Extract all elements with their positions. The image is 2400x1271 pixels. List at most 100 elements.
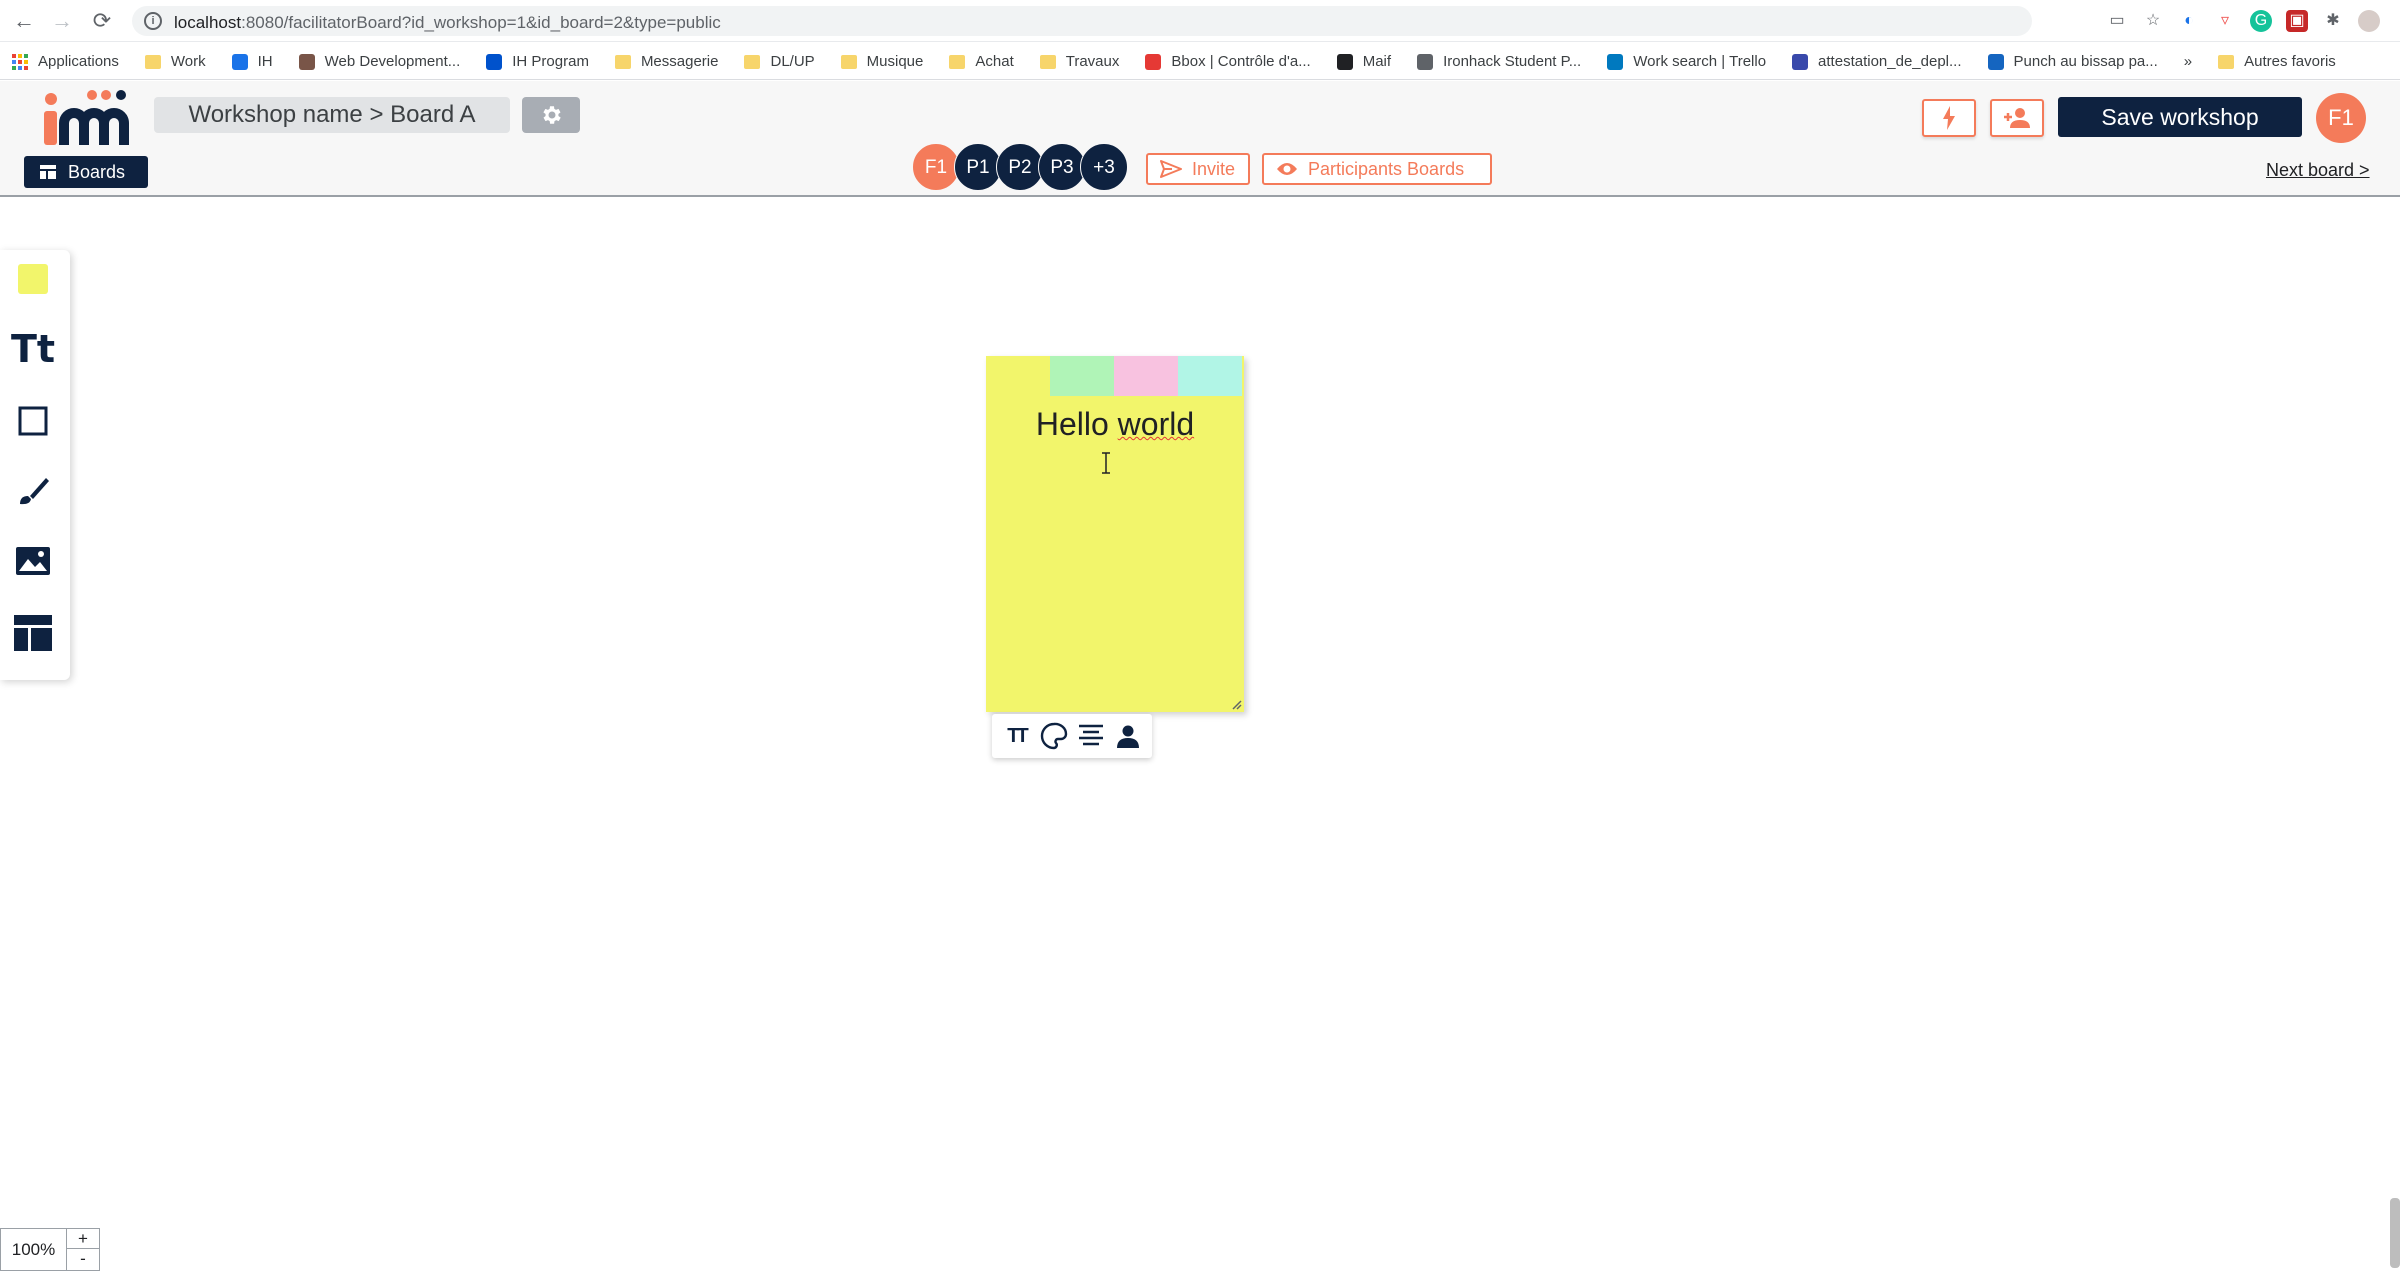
shape-tool[interactable] <box>10 398 56 444</box>
add-participant-button[interactable] <box>1990 99 2044 137</box>
boards-button[interactable]: Boards <box>24 156 148 188</box>
puzzle-icon[interactable]: ✱ <box>2322 10 2344 32</box>
grammarly-icon[interactable]: G <box>2250 10 2272 32</box>
sticky-note[interactable]: Hello world <box>986 356 1244 712</box>
back-arrow-icon[interactable]: ← <box>10 7 38 35</box>
folder-icon <box>840 54 857 69</box>
participants-boards-button[interactable]: Participants Boards <box>1262 153 1492 185</box>
bookmark-item[interactable]: Work <box>144 53 206 70</box>
other-bookmarks[interactable]: Autres favoris <box>2218 53 2336 70</box>
bookmark-item[interactable]: Bbox | Contrôle d'a... <box>1145 53 1311 70</box>
bookmark-item[interactable]: Work search | Trello <box>1607 53 1766 70</box>
bookmark-label: Ironhack Student P... <box>1443 53 1582 70</box>
settings-button[interactable] <box>522 97 580 133</box>
tools-toolbar: Tt <box>0 250 70 680</box>
bookmark-item[interactable]: Maif <box>1336 53 1391 70</box>
star-icon[interactable]: ☆ <box>2142 10 2164 32</box>
draw-tool[interactable] <box>10 468 56 514</box>
folder-icon <box>949 54 966 69</box>
sticky-note-tool[interactable] <box>10 256 56 302</box>
color-swatch-2[interactable] <box>1114 356 1178 396</box>
breadcrumb[interactable]: Workshop name > Board A <box>154 97 510 133</box>
add-user-icon <box>2004 108 2030 128</box>
zoom-in-button[interactable]: + <box>67 1229 99 1249</box>
favicon-icon <box>1336 53 1353 70</box>
sticky-note-text[interactable]: Hello world <box>986 406 1244 443</box>
bookmark-item[interactable]: IH <box>231 53 273 70</box>
user-avatar[interactable]: F1 <box>2316 93 2366 143</box>
bookmark-item[interactable]: Ironhack Student P... <box>1417 53 1581 70</box>
invite-button[interactable]: Invite <box>1146 153 1250 185</box>
bookmarks-overflow-button[interactable]: » <box>2184 53 2192 70</box>
bookmark-label: Applications <box>38 53 119 70</box>
bookmark-item[interactable]: DL/UP <box>744 53 815 70</box>
bookmark-label: IH <box>257 53 273 70</box>
bookmark-item[interactable]: Web Development... <box>298 53 460 70</box>
bookmark-label: IH Program <box>512 53 589 70</box>
bookmark-item[interactable]: Achat <box>949 53 1014 70</box>
extension-2-icon[interactable]: ▣ <box>2286 10 2308 32</box>
assign-user-button[interactable] <box>1113 721 1143 751</box>
save-workshop-button[interactable]: Save workshop <box>2058 97 2302 137</box>
color-swatch-1[interactable] <box>1050 356 1114 396</box>
forward-arrow-icon[interactable]: → <box>48 7 76 35</box>
bookmark-item[interactable]: IH Program <box>486 53 589 70</box>
favicon-icon <box>298 53 315 70</box>
text-tool[interactable]: Tt <box>10 326 56 372</box>
participants-boards-label: Participants Boards <box>1308 159 1465 179</box>
favicon-icon <box>1607 53 1624 70</box>
favicon-icon <box>1792 53 1809 70</box>
bookmark-item[interactable]: Travaux <box>1039 53 1120 70</box>
font-size-button[interactable]: TT <box>1002 721 1032 751</box>
cast-icon[interactable]: ▭ <box>2106 10 2128 32</box>
address-bar[interactable]: i localhost:8080/facilitatorBoard?id_wor… <box>132 6 2032 36</box>
extension-1-icon[interactable]: ◐ <box>2178 10 2200 32</box>
image-tool[interactable] <box>10 538 56 584</box>
bookmark-item[interactable]: attestation_de_depl... <box>1792 53 1962 70</box>
site-info-icon[interactable]: i <box>144 12 162 30</box>
align-button[interactable] <box>1076 721 1106 751</box>
bookmark-item[interactable]: Applications <box>12 53 119 70</box>
apps-grid-icon <box>12 53 28 70</box>
app-header: Workshop name > Board A Boards F1 P1 P2 … <box>0 81 2400 197</box>
reload-icon[interactable]: ⟳ <box>88 7 116 35</box>
boards-grid-icon <box>40 165 56 179</box>
note-format-toolbar: TT <box>992 714 1152 758</box>
scrollbar-thumb[interactable] <box>2390 1198 2400 1268</box>
next-board-link[interactable]: Next board > <box>2266 160 2370 181</box>
bookmark-label: Bbox | Contrôle d'a... <box>1171 53 1311 70</box>
sticky-note-icon <box>18 264 48 294</box>
bookmark-label: Messagerie <box>640 53 719 70</box>
zoom-out-button[interactable]: - <box>67 1249 99 1269</box>
bookmark-label: Work <box>170 53 206 70</box>
participant-avatar-more[interactable]: +3 <box>1080 143 1128 191</box>
bookmarks-bar: Applications Work IH Web Development... IH P… <box>0 44 2400 80</box>
participant-avatar-p1[interactable]: P1 <box>954 143 1002 191</box>
text-cursor-icon <box>1102 452 1110 474</box>
favicon-icon <box>486 53 503 70</box>
bookmark-label: Musique <box>866 53 924 70</box>
folder-icon <box>614 54 631 69</box>
bookmark-item[interactable]: Musique <box>840 53 924 70</box>
folder-icon <box>1039 54 1056 69</box>
color-swatches <box>1050 356 1242 396</box>
participant-avatar-f1[interactable]: F1 <box>912 143 960 191</box>
quick-action-button[interactable] <box>1922 99 1976 137</box>
resize-handle-icon[interactable] <box>1230 698 1242 710</box>
app-logo[interactable] <box>40 89 132 149</box>
favicon-icon <box>1987 53 2004 70</box>
bookmark-label: Achat <box>975 53 1014 70</box>
color-button[interactable] <box>1039 721 1069 751</box>
color-swatch-3[interactable] <box>1178 356 1242 396</box>
participant-avatar-p2[interactable]: P2 <box>996 143 1044 191</box>
bookmark-item[interactable]: Messagerie <box>614 53 719 70</box>
browser-toolbar: ← → ⟳ i localhost:8080/facilitatorBoard?… <box>0 0 2400 42</box>
pocket-icon[interactable]: ▿ <box>2214 10 2236 32</box>
template-tool[interactable] <box>10 610 56 656</box>
bookmark-label: Travaux <box>1065 53 1120 70</box>
participant-avatar-p3[interactable]: P3 <box>1038 143 1086 191</box>
bookmark-label: Work search | Trello <box>1633 53 1767 70</box>
bookmark-item[interactable]: Punch au bissap pa... <box>1987 53 2158 70</box>
favicon-icon <box>1145 53 1162 70</box>
profile-icon[interactable] <box>2358 10 2380 32</box>
